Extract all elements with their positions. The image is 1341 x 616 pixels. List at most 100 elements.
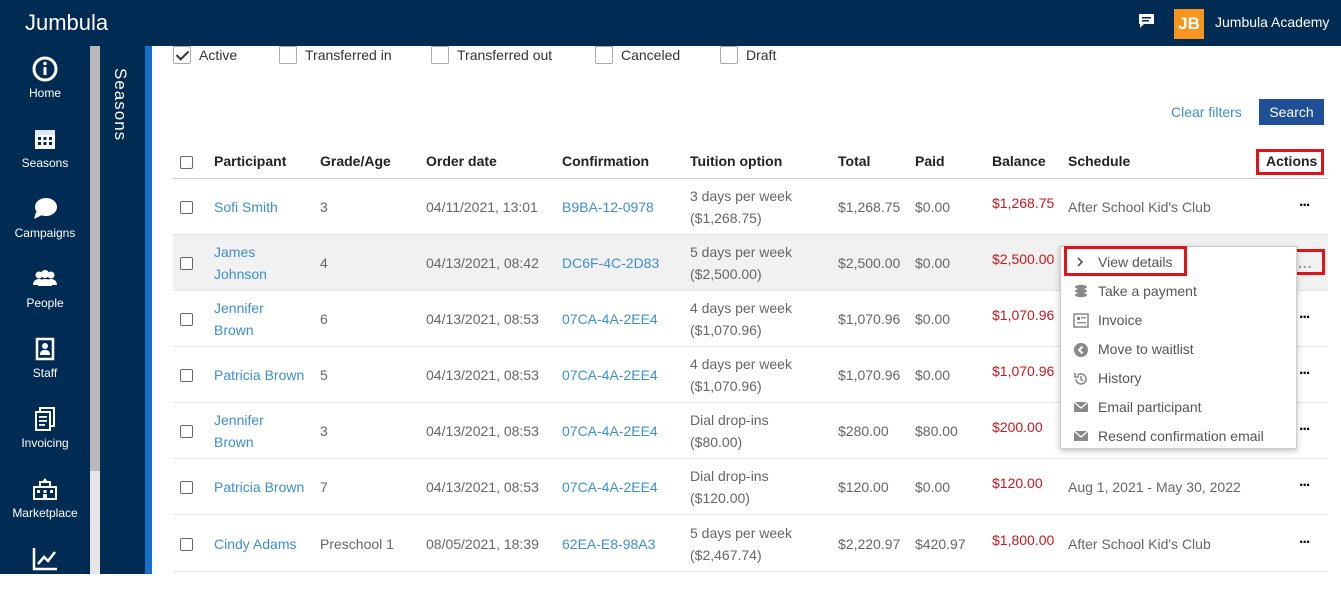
seasons-panel[interactable]: Seasons <box>100 46 152 574</box>
search-button[interactable]: Search <box>1259 99 1324 125</box>
participant-link[interactable]: Jennifer Brown <box>214 409 264 453</box>
order-date-cell: 04/13/2021, 08:53 <box>426 311 539 327</box>
row-actions-button[interactable]: ... <box>1299 193 1310 211</box>
column-header-tuition[interactable]: Tuition option <box>690 153 782 169</box>
paid-cell: $0.00 <box>915 367 951 383</box>
sidebar-item-campaigns[interactable]: Campaigns <box>0 196 90 266</box>
confirmation-link[interactable]: 07CA-4A-2EE4 <box>562 308 658 330</box>
paid-cell: $0.00 <box>915 199 951 215</box>
column-header-confirmation[interactable]: Confirmation <box>562 153 649 169</box>
sidebar-item-label: Seasons <box>21 156 69 170</box>
seasons-panel-label: Seasons <box>111 68 130 142</box>
row-checkbox[interactable] <box>180 537 193 551</box>
sidebar-item-staff[interactable]: Staff <box>0 336 90 406</box>
row-actions-button[interactable]: ... <box>1299 473 1310 491</box>
confirmation-link[interactable]: 07CA-4A-2EE4 <box>562 364 658 386</box>
grade-cell: 3 <box>320 423 328 439</box>
checkbox[interactable] <box>173 46 191 65</box>
row-checkbox[interactable] <box>180 313 193 326</box>
tuition-cell: Dial drop-ins ($120.00) <box>690 468 769 506</box>
app-title[interactable]: Jumbula <box>25 10 108 36</box>
column-header-total[interactable]: Total <box>838 153 870 169</box>
participant-link[interactable]: James Johnson <box>214 241 267 285</box>
checkbox[interactable] <box>720 46 738 65</box>
row-checkbox[interactable] <box>180 257 193 270</box>
sidebar-scrollbar[interactable] <box>90 46 100 574</box>
sidebar-item-invoicing[interactable]: Invoicing <box>0 406 90 476</box>
balance-cell: $200.00 <box>992 419 1043 435</box>
org-name[interactable]: Jumbula Academy <box>1215 14 1329 30</box>
filter-active[interactable]: Active <box>173 46 237 66</box>
menu-item-history[interactable]: History <box>1061 364 1296 393</box>
row-checkbox[interactable] <box>180 201 193 214</box>
participant-link[interactable]: Jennifer Brown <box>214 297 264 341</box>
paid-cell: $0.00 <box>915 255 951 271</box>
row-checkbox[interactable] <box>180 369 193 382</box>
column-header-grade[interactable]: Grade/Age <box>320 153 391 169</box>
sidebar-item-label: Invoicing <box>21 436 69 450</box>
sidebar-item-label: Marketplace <box>12 506 78 520</box>
confirmation-link[interactable]: 07CA-4A-2EE4 <box>562 476 658 498</box>
checkbox[interactable] <box>279 46 297 65</box>
filter-canceled[interactable]: Canceled <box>595 46 680 66</box>
chat-icon[interactable] <box>1138 13 1155 29</box>
filter-transferred-out[interactable]: Transferred out <box>431 46 552 66</box>
select-all-checkbox[interactable] <box>180 156 193 169</box>
column-header-paid[interactable]: Paid <box>915 153 945 169</box>
tuition-cell: 5 days per week ($2,467.74) <box>690 524 792 563</box>
order-date-cell: 04/11/2021, 13:01 <box>426 199 538 215</box>
menu-item-email-participant[interactable]: Email participant <box>1061 393 1296 422</box>
schedule-cell: After School Kid's Club <box>1068 199 1211 215</box>
confirmation-link[interactable]: 62EA-E8-98A3 <box>562 533 655 555</box>
chart-icon <box>32 548 57 571</box>
column-header-order-date[interactable]: Order date <box>426 153 497 169</box>
confirmation-link[interactable]: DC6F-4C-2D83 <box>562 252 659 274</box>
row-actions-button[interactable]: ... <box>1299 530 1310 548</box>
participant-link[interactable]: Patricia Brown <box>214 476 304 498</box>
column-header-balance[interactable]: Balance <box>992 153 1046 169</box>
confirmation-link[interactable]: B9BA-12-0978 <box>562 196 654 218</box>
envelope-icon <box>1073 430 1089 441</box>
column-header-schedule[interactable]: Schedule <box>1068 153 1130 169</box>
balance-cell: $1,800.00 <box>992 531 1055 548</box>
sidebar-item-label: People <box>26 296 64 310</box>
total-cell: $1,070.96 <box>838 367 901 383</box>
home-icon <box>32 56 58 82</box>
row-checkbox[interactable] <box>180 425 193 438</box>
menu-item-resend-confirmation[interactable]: Resend confirmation email <box>1061 422 1296 451</box>
participant-link[interactable]: Cindy Adams <box>214 533 296 555</box>
column-header-participant[interactable]: Participant <box>214 153 286 169</box>
balance-cell: $1,070.96 <box>992 307 1055 323</box>
tuition-cell: 5 days per week ($2,500.00) <box>690 244 792 282</box>
sidebar-item-home[interactable]: Home <box>0 56 90 126</box>
envelope-icon <box>1073 401 1089 412</box>
row-actions-button[interactable]: ... <box>1299 417 1310 435</box>
clear-filters-link[interactable]: Clear filters <box>1171 104 1242 120</box>
order-date-cell: 04/13/2021, 08:42 <box>426 255 539 271</box>
menu-item-move-to-waitlist[interactable]: Move to waitlist <box>1061 335 1296 364</box>
marketplace-icon <box>33 478 57 500</box>
row-actions-button[interactable]: ... <box>1299 361 1310 379</box>
total-cell: $120.00 <box>838 479 889 495</box>
sidebar-item-marketplace[interactable]: Marketplace <box>0 476 90 546</box>
sidebar-item-seasons[interactable]: Seasons <box>0 126 90 196</box>
sidebar-item-reports[interactable] <box>0 546 90 616</box>
filter-transferred-in[interactable]: Transferred in <box>279 46 392 66</box>
total-cell: $1,268.75 <box>838 199 901 215</box>
confirmation-link[interactable]: 07CA-4A-2EE4 <box>562 420 658 442</box>
participant-link[interactable]: Sofi Smith <box>214 196 278 218</box>
checkbox[interactable] <box>595 46 613 65</box>
participant-link[interactable]: Patricia Brown <box>214 364 304 386</box>
menu-item-take-payment[interactable]: Take a payment <box>1061 277 1296 306</box>
sidebar-item-people[interactable]: People <box>0 266 90 336</box>
people-icon <box>33 270 57 286</box>
schedule-cell: After School Kid's Club <box>1068 535 1211 552</box>
row-checkbox[interactable] <box>180 481 193 494</box>
org-logo[interactable]: JB <box>1174 9 1204 39</box>
filter-draft[interactable]: Draft <box>720 46 776 66</box>
paid-cell: $0.00 <box>915 311 951 327</box>
checkbox[interactable] <box>431 46 449 65</box>
row-actions-button[interactable]: ... <box>1299 305 1310 323</box>
balance-cell: $1,268.75 <box>992 195 1055 211</box>
menu-item-invoice[interactable]: Invoice <box>1061 306 1296 335</box>
